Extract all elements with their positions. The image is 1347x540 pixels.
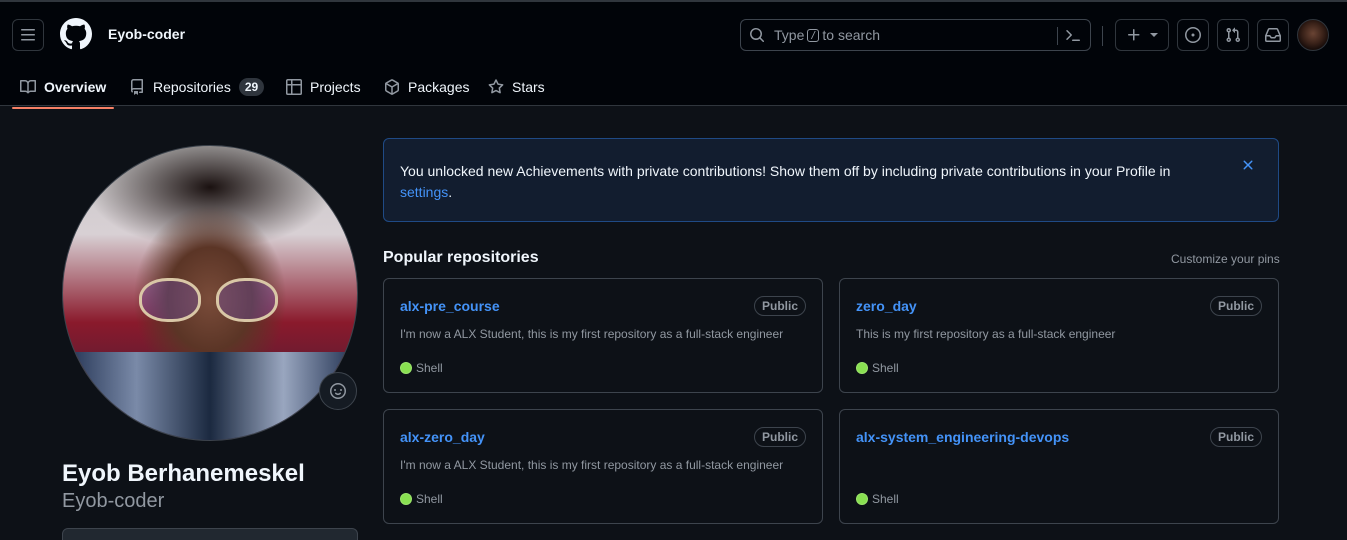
search-suffix: to search [822,27,880,43]
package-icon [385,79,399,95]
popular-repositories-heading: Popular repositories [383,249,539,266]
tab-overview[interactable]: Overview [11,66,115,109]
inbox-button[interactable] [1257,19,1289,51]
search-divider [1057,27,1058,45]
context-username[interactable]: Eyob-coder [108,26,185,42]
app-header: Eyob-coder Type / to search Overview Rep… [0,0,1347,109]
tab-projects[interactable]: Projects [286,66,361,108]
tab-packages[interactable]: Packages [384,66,469,108]
profile-login: Eyob-coder [62,490,165,512]
flash-message-end: . [448,184,453,200]
repositories-count-badge: 29 [238,78,265,96]
language-color-dot [400,362,412,374]
settings-link[interactable]: settings [400,184,448,200]
smiley-icon [330,383,346,399]
visibility-badge: Public [753,427,806,447]
avatar-glasses-left [139,278,202,323]
search-input[interactable]: Type / to search [740,19,1091,51]
star-icon [488,79,504,94]
repo-description: I'm now a ALX Student, this is my first … [400,458,784,472]
plus-icon [1128,29,1140,41]
visibility-badge: Public [753,296,806,316]
customize-pins-link[interactable]: Customize your pins [1171,252,1280,266]
flash-message: You unlocked new Achievements with priva… [400,161,1200,203]
repo-language: Shell [400,492,443,506]
repo-description: This is my first repository as a full-st… [856,327,1116,341]
create-new-button[interactable] [1115,19,1169,51]
repo-name-link[interactable]: alx-pre_course [400,298,500,314]
chevron-down-icon [1150,33,1158,37]
repo-language: Shell [856,492,899,506]
edit-profile-button[interactable]: Edit profile [62,528,358,540]
table-icon [286,79,302,95]
profile-tabs: Overview Repositories 29 Projects Packag… [0,66,1347,109]
language-name: Shell [416,361,443,375]
avatar-shirt [63,351,357,440]
command-palette-icon[interactable] [1065,27,1081,43]
hamburger-icon[interactable] [12,19,44,51]
tab-label: Repositories [153,79,231,95]
search-icon [749,27,765,43]
issues-button[interactable] [1177,19,1209,51]
language-name: Shell [872,492,899,506]
github-logo-icon[interactable] [59,18,92,50]
language-color-dot [400,493,412,505]
search-shortcut-key: / [807,28,820,42]
pull-request-icon [1226,27,1241,43]
avatar-glasses-right [215,278,278,323]
language-name: Shell [416,492,443,506]
pinned-repo-card: alx-system_engineering-devops Public She… [839,409,1279,524]
repo-name-link[interactable]: alx-system_engineering-devops [856,429,1069,445]
language-name: Shell [872,361,899,375]
repo-language: Shell [856,361,899,375]
top-bar: Eyob-coder Type / to search [0,2,1347,66]
visibility-badge: Public [1209,296,1262,316]
inbox-icon [1265,28,1281,42]
tab-label: Packages [408,79,470,95]
tab-repositories[interactable]: Repositories 29 [129,66,265,108]
pinned-repo-card: alx-pre_course Public I'm now a ALX Stud… [383,278,823,393]
tab-label: Stars [512,79,545,95]
visibility-badge: Public [1209,427,1262,447]
user-avatar[interactable] [1297,19,1329,51]
pull-requests-button[interactable] [1217,19,1249,51]
tab-stars[interactable]: Stars [488,66,545,108]
profile-full-name: Eyob Berhanemeskel [62,460,305,487]
repo-language: Shell [400,361,443,375]
search-prefix: Type [774,27,805,43]
tab-label: Projects [310,79,361,95]
language-color-dot [856,362,868,374]
repo-description: I'm now a ALX Student, this is my first … [400,327,784,341]
repo-icon [131,79,143,95]
close-icon[interactable] [1240,157,1256,173]
set-status-button[interactable] [319,372,357,410]
pinned-repo-card: zero_day Public This is my first reposit… [839,278,1279,393]
search-placeholder: Type / to search [774,27,880,43]
flash-message-text: You unlocked new Achievements with priva… [400,163,1171,179]
header-separator [1102,26,1103,46]
language-color-dot [856,493,868,505]
issue-icon [1185,27,1201,43]
pinned-repo-card: alx-zero_day Public I'm now a ALX Studen… [383,409,823,524]
book-icon [20,79,36,94]
repo-name-link[interactable]: alx-zero_day [400,429,485,445]
profile-avatar[interactable] [62,145,358,441]
achievements-flash-banner: You unlocked new Achievements with priva… [383,138,1279,222]
repo-name-link[interactable]: zero_day [856,298,917,314]
tab-label: Overview [44,79,107,95]
